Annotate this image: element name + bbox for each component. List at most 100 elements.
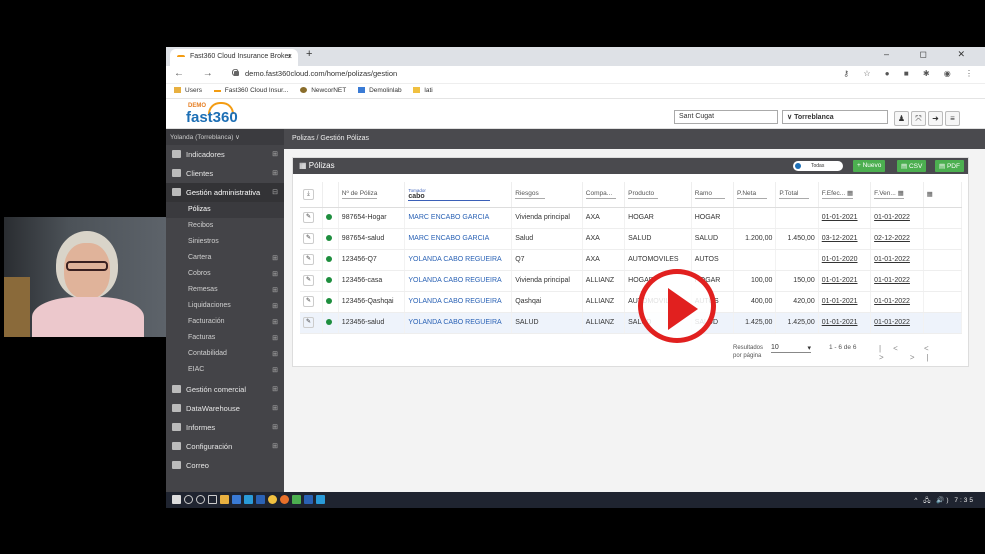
sidebar-sub-cartera[interactable]: Cartera ⊞ — [166, 250, 284, 266]
edit-icon[interactable]: ✎ — [303, 275, 314, 286]
calendar-icon[interactable]: ▦ — [847, 190, 853, 197]
table-row[interactable]: ✎ 123456-salud YOLANDA CABO REGUEIRA SALUD A… — [300, 312, 963, 334]
bookmark-users[interactable]: Users — [174, 87, 202, 94]
sidebar-item-correo[interactable]: Correo — [166, 456, 284, 475]
calendar-icon[interactable]: ▦ — [898, 190, 904, 197]
address-bar: ← → C demo.fast360cloud.com/home/polizas… — [166, 66, 985, 84]
chrome-icon[interactable] — [268, 495, 277, 504]
pdf-button[interactable]: ▤ PDF — [935, 160, 964, 172]
tomador-filter-input[interactable]: cabo — [408, 193, 491, 201]
new-policy-button[interactable]: + Nuevo — [853, 160, 886, 172]
sidebar-sub-recibos[interactable]: Recibos — [166, 218, 284, 234]
col-branch[interactable]: Ramo — [694, 190, 725, 199]
col-policy[interactable]: Nº de Póliza — [341, 190, 378, 199]
app-icon[interactable] — [316, 495, 325, 504]
browser-toolbar-icons[interactable]: ⚷ ☆ ● ■ ✱ ◉ ⋮ — [843, 69, 979, 78]
bookmark-fast360[interactable]: Fast360 Cloud Insur... — [213, 87, 288, 94]
system-tray[interactable]: ^ 🖧 🔊) 7:35 — [914, 496, 975, 507]
cell-risk: Qashqai — [511, 291, 583, 313]
cortana-icon[interactable] — [196, 495, 205, 504]
expand-icon: ⊞ — [272, 287, 278, 294]
firefox-icon[interactable] — [280, 495, 289, 504]
col-start[interactable]: F.Efec... ▦ — [821, 189, 854, 200]
gear-icon — [172, 442, 181, 450]
binoculars-button[interactable]: ♟ — [894, 111, 909, 126]
table-row[interactable]: ✎ 987654-Hogar MARC ENCABO GARCIA Vivienda … — [300, 207, 963, 229]
logout-button[interactable]: ➜ — [928, 111, 943, 126]
table-row[interactable]: ✎ 123456-casa YOLANDA CABO REGUEIRA Viviend… — [300, 270, 963, 292]
edit-icon[interactable]: ✎ — [303, 317, 314, 328]
app-logo[interactable]: fast360 — [186, 109, 238, 126]
edit-icon[interactable]: ✎ — [303, 254, 314, 265]
sidebar-item-gestion-comercial[interactable]: Gestión comercial ⊞ — [166, 380, 284, 399]
col-product[interactable]: Producto — [628, 190, 659, 199]
presenter-glasses — [66, 261, 108, 271]
col-end[interactable]: F.Ven... ▦ — [874, 189, 905, 200]
menu-button[interactable]: ≡ — [945, 111, 960, 126]
url-text: demo.fast360cloud.com/home/polizas/gesti… — [245, 69, 398, 78]
cell-net: 100,00 — [733, 270, 777, 292]
sidebar-sub-cobros[interactable]: Cobros ⊞ — [166, 266, 284, 282]
col-total[interactable]: P.Total — [779, 190, 810, 199]
sidebar-sub-siniestros[interactable]: Siniestros — [166, 234, 284, 250]
sidebar-sub-facturacion[interactable]: Facturación ⊞ — [166, 314, 284, 330]
edit-icon[interactable]: ✎ — [303, 233, 314, 244]
col-risks[interactable]: Riesgos — [515, 190, 546, 199]
col-net[interactable]: P.Neta — [737, 190, 768, 199]
cell-branch: AUTOS — [691, 249, 735, 271]
url-field[interactable]: demo.fast360cloud.com/home/polizas/gesti… — [234, 69, 397, 78]
todas-toggle[interactable]: Todas — [793, 161, 843, 171]
sidebar-sub-polizas[interactable]: Pólizas — [166, 202, 284, 218]
csv-button[interactable]: ▤ CSV — [897, 160, 927, 172]
sidebar-user[interactable]: Yolanda (Torreblanca) ∨ — [166, 129, 284, 145]
sidebar-sub-liquidaciones[interactable]: Liquidaciones ⊞ — [166, 298, 284, 314]
sidebar-item-gestion-administrativa[interactable]: Gestión administrativa ⊟ — [166, 183, 284, 202]
window-controls[interactable]: – ◻ ✕ — [884, 49, 979, 60]
bookmark-lati[interactable]: lati — [413, 87, 433, 94]
sidebar-item-configuracion[interactable]: Configuración ⊞ — [166, 437, 284, 456]
edit-icon[interactable]: ✎ — [303, 212, 314, 223]
edge-icon[interactable] — [244, 495, 253, 504]
store-icon[interactable] — [232, 495, 241, 504]
columns-icon[interactable]: ▦ — [927, 191, 933, 198]
sidebar-item-datawarehouse[interactable]: DataWarehouse ⊞ — [166, 399, 284, 418]
table-row[interactable]: ✎ 123456-Qashqai YOLANDA CABO REGUEIRA Qash… — [300, 291, 963, 313]
branch-select[interactable]: ∨ Torreblanca — [782, 110, 888, 124]
expand-icon: ⊞ — [272, 151, 278, 158]
download-icon[interactable]: ⤓ — [303, 188, 314, 200]
windows-start-icon[interactable] — [172, 495, 181, 504]
sidebar-item-informes[interactable]: Informes ⊞ — [166, 418, 284, 437]
play-button[interactable] — [638, 269, 716, 343]
search-icon[interactable] — [184, 495, 193, 504]
play-icon — [668, 288, 698, 330]
mail-app-icon[interactable] — [256, 495, 265, 504]
app-icon[interactable] — [292, 495, 301, 504]
new-tab-button[interactable]: + — [306, 48, 312, 60]
word-icon[interactable] — [304, 495, 313, 504]
table-row[interactable]: ✎ 987654-salud MARC ENCABO GARCIA Salud AXA S… — [300, 228, 963, 250]
edit-icon[interactable]: ✎ — [303, 296, 314, 307]
sidebar-sub-eiac[interactable]: EIAC ⊞ — [166, 362, 284, 378]
table-row[interactable]: ✎ 123456-Q7 YOLANDA CABO REGUEIRA Q7 AXA AUTO… — [300, 249, 963, 271]
newcor-icon — [300, 87, 308, 93]
explorer-icon[interactable] — [220, 495, 229, 504]
cell-net: 1.200,00 — [733, 228, 777, 250]
expand-button[interactable]: ⤧ — [911, 111, 926, 126]
close-tab-icon[interactable]: × — [287, 52, 292, 61]
office-select[interactable]: Sant Cugat — [674, 110, 778, 124]
sidebar-sub-remesas[interactable]: Remesas ⊞ — [166, 282, 284, 298]
sidebar-item-clientes[interactable]: Clientes ⊞ — [166, 164, 284, 183]
browser-tab[interactable]: Fast360 Cloud Insurance Broker × — [170, 49, 298, 66]
status-dot — [325, 255, 332, 262]
sidebar-sub-contabilidad[interactable]: Contabilidad ⊞ — [166, 346, 284, 362]
task-view-icon[interactable] — [208, 495, 217, 504]
bookmark-demolinlab[interactable]: Demolinlab — [358, 87, 402, 94]
col-company[interactable]: Compa... — [585, 190, 616, 199]
bookmark-newcornet[interactable]: NewcorNET — [300, 87, 346, 94]
sidebar-item-indicadores[interactable]: Indicadores ⊞ — [166, 145, 284, 164]
bookmarks-bar: Users Fast360 Cloud Insur... NewcorNET D… — [166, 84, 985, 99]
per-page-select[interactable]: 10 ▾ — [771, 344, 811, 353]
sidebar-sub-facturas[interactable]: Facturas ⊞ — [166, 330, 284, 346]
tomador-filter[interactable]: Tomador cabo — [404, 182, 513, 208]
page-nav-buttons[interactable]: |< < > >| — [879, 344, 963, 362]
